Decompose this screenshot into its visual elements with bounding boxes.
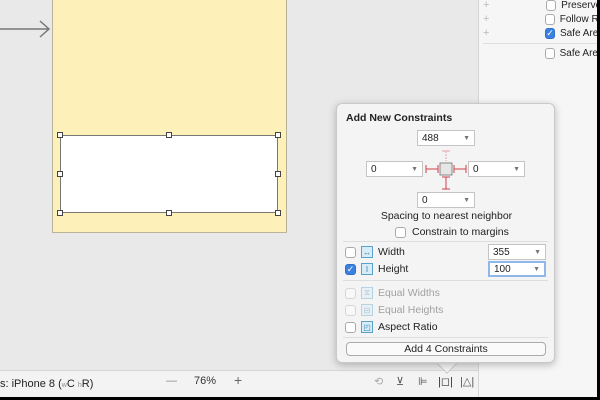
- preserve-label: Preserve: [561, 0, 598, 11]
- width-label: Width: [378, 246, 405, 258]
- resize-handle[interactable]: [57, 171, 63, 177]
- add-constraints-button[interactable]: Add 4 Constraints: [346, 342, 546, 356]
- plus-icon[interactable]: +: [483, 13, 495, 25]
- resize-handle[interactable]: [166, 210, 172, 216]
- constrain-margins-label: Constrain to margins: [412, 226, 509, 238]
- constrain-margins-checkbox[interactable]: [395, 226, 406, 238]
- zoom-in-button[interactable]: +: [234, 372, 242, 388]
- device-label[interactable]: s: iPhone 8 (wC hR): [0, 378, 93, 390]
- equal-heights-checkbox[interactable]: [345, 304, 356, 316]
- align-icon[interactable]: ⊫: [418, 375, 428, 388]
- top-spacing-dropdown[interactable]: 488 ▼: [417, 130, 475, 146]
- spacing-label: Spacing to nearest neighbor: [380, 210, 513, 222]
- preserve-checkbox[interactable]: [545, 0, 557, 11]
- width-dropdown[interactable]: 355 ▼: [488, 244, 546, 260]
- leading-spacing-dropdown[interactable]: 0 ▼: [366, 161, 423, 177]
- add-constraints-icon[interactable]: |◻|: [438, 375, 453, 388]
- height-icon: I: [361, 263, 373, 275]
- follow-checkbox[interactable]: [545, 13, 555, 25]
- resize-handle[interactable]: [57, 210, 63, 216]
- equal-widths-label: Equal Widths: [378, 287, 440, 299]
- safe-area-guides-checkbox[interactable]: [544, 47, 555, 59]
- equal-heights-icon: ⊟: [361, 304, 373, 316]
- resize-handle[interactable]: [275, 210, 281, 216]
- divider: [343, 337, 548, 338]
- spacing-diagram: [425, 150, 467, 190]
- aspect-ratio-checkbox[interactable]: [345, 321, 356, 333]
- resize-handle[interactable]: [275, 132, 281, 138]
- entry-point-arrow-icon: [0, 20, 51, 38]
- safe-area-label: Safe Area: [559, 27, 598, 39]
- equal-widths-icon: ⧖: [361, 287, 373, 299]
- divider: [483, 43, 598, 44]
- plus-icon[interactable]: +: [483, 0, 496, 11]
- height-checkbox[interactable]: ✓: [345, 263, 356, 275]
- aspect-ratio-label: Aspect Ratio: [378, 321, 438, 333]
- popover-title: Add New Constraints: [346, 112, 453, 124]
- plus-icon[interactable]: +: [483, 27, 495, 39]
- add-constraints-popover: Add New Constraints 488 ▼ 0 ▼ 0 ▼ 0 ▼ Spacin…: [336, 103, 555, 363]
- safe-area-checkbox[interactable]: ✓: [545, 27, 555, 39]
- aspect-ratio-icon: ◰: [361, 321, 373, 333]
- resize-handle[interactable]: [57, 132, 63, 138]
- embed-in-stack-icon[interactable]: ⊻: [396, 375, 404, 388]
- equal-widths-checkbox[interactable]: [345, 287, 356, 299]
- update-frames-icon[interactable]: ⟲: [374, 375, 383, 388]
- divider: [343, 241, 548, 242]
- height-label: Height: [378, 263, 409, 275]
- width-icon: ↔: [361, 246, 373, 258]
- width-checkbox[interactable]: [345, 246, 356, 258]
- trailing-spacing-dropdown[interactable]: 0 ▼: [468, 161, 525, 177]
- resize-handle[interactable]: [166, 132, 172, 138]
- constrain-margins-row[interactable]: Constrain to margins: [395, 226, 509, 238]
- height-dropdown[interactable]: 100 ▼: [488, 261, 546, 277]
- selected-view[interactable]: [60, 135, 278, 213]
- bottom-spacing-dropdown[interactable]: 0 ▼: [417, 192, 475, 208]
- divider: [343, 280, 548, 281]
- view-square: [439, 162, 453, 176]
- follow-label: Follow Re: [559, 13, 598, 25]
- resize-handle[interactable]: [275, 171, 281, 177]
- zoom-level: 76%: [194, 375, 217, 387]
- zoom-out-button[interactable]: —: [166, 375, 177, 387]
- resolve-issues-icon[interactable]: |△|: [460, 375, 474, 388]
- safe-area-guides-label: Safe Area: [559, 47, 598, 59]
- equal-heights-label: Equal Heights: [378, 304, 444, 316]
